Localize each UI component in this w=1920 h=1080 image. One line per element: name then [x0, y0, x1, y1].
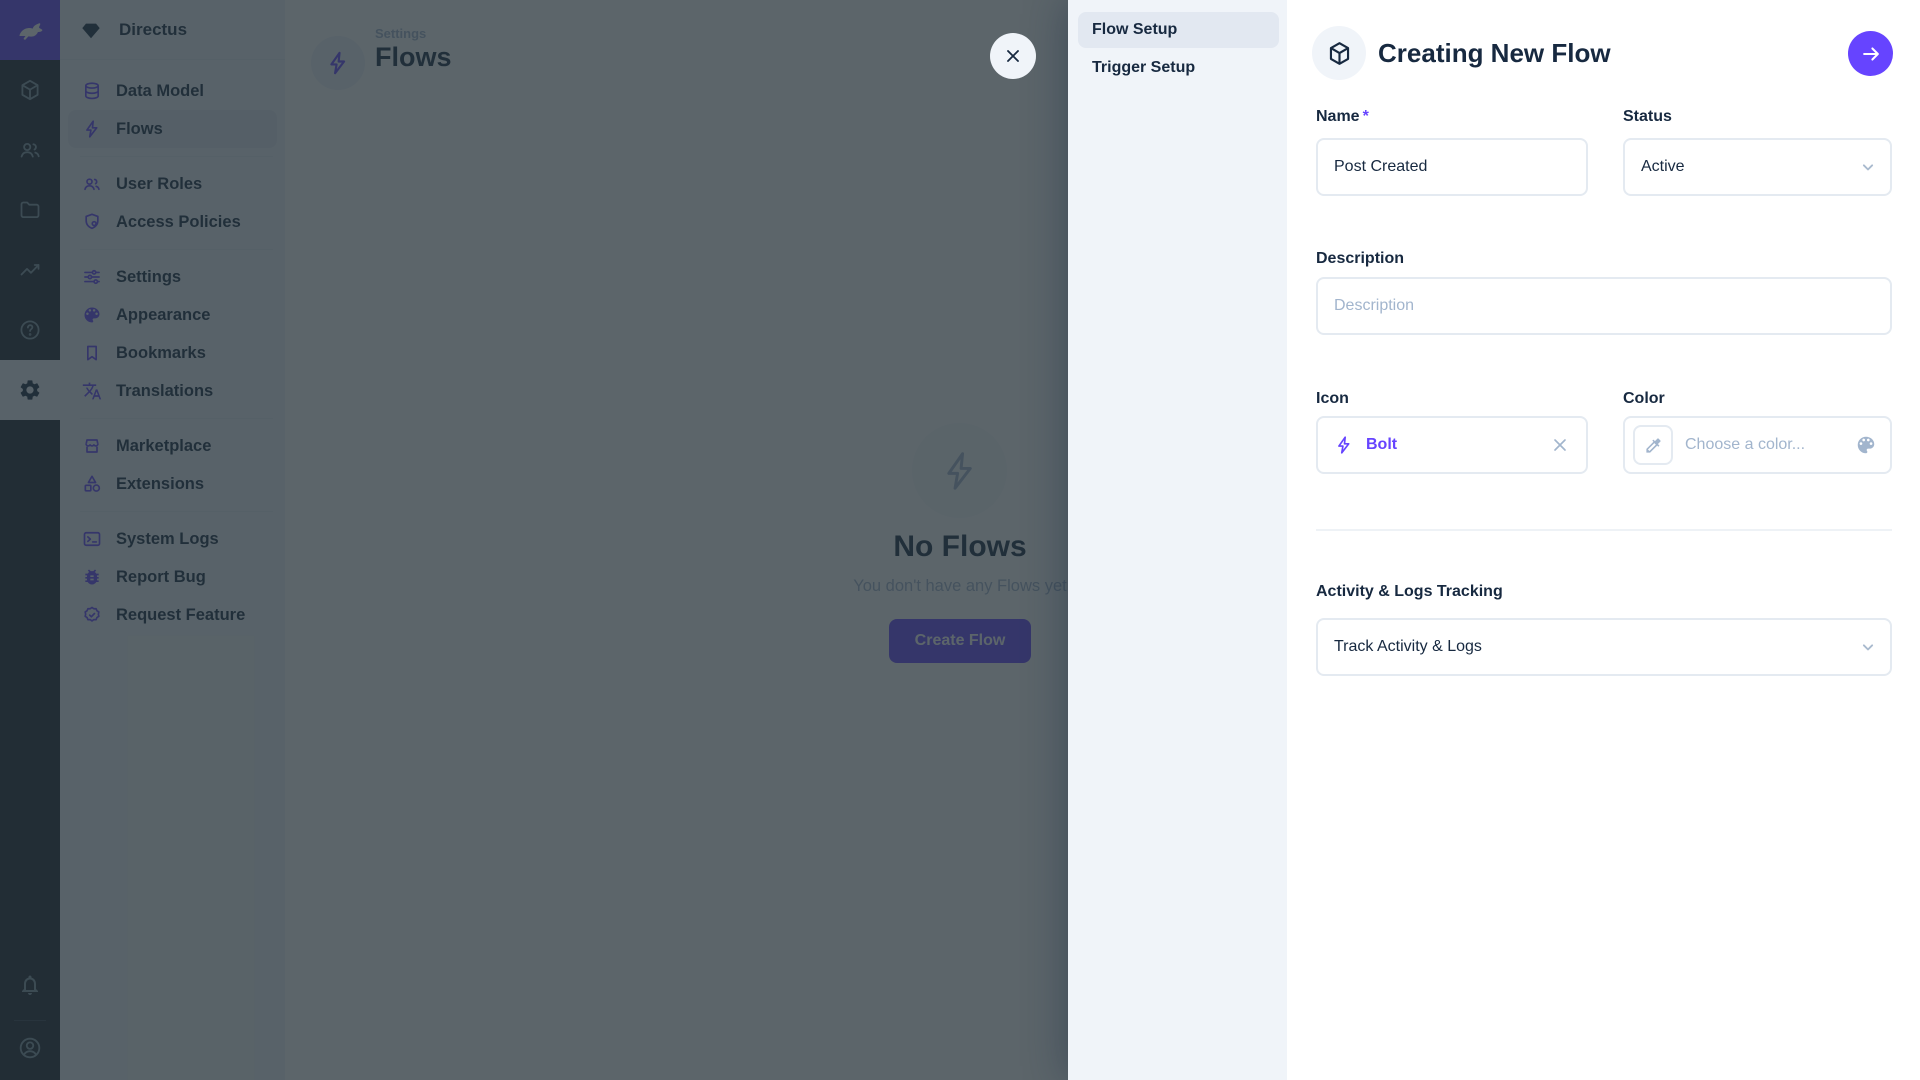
- close-icon: [1003, 46, 1023, 66]
- clear-icon[interactable]: [1550, 435, 1570, 455]
- drawer-title: Creating New Flow: [1378, 38, 1611, 69]
- name-label: Name*: [1316, 108, 1369, 126]
- bolt-icon: [1334, 435, 1354, 455]
- status-select[interactable]: Active: [1623, 138, 1892, 196]
- color-placeholder: Choose a color...: [1685, 436, 1805, 454]
- cube-icon: [1326, 40, 1353, 67]
- color-label: Color: [1623, 390, 1665, 408]
- tracking-label: Activity & Logs Tracking: [1316, 583, 1503, 601]
- tracking-value: Track Activity & Logs: [1334, 638, 1482, 656]
- name-input[interactable]: [1316, 138, 1588, 196]
- drawer-nav-trigger-setup[interactable]: Trigger Setup: [1078, 50, 1279, 86]
- description-input[interactable]: [1316, 277, 1892, 335]
- icon-select[interactable]: Bolt: [1316, 416, 1588, 474]
- color-input[interactable]: Choose a color...: [1623, 416, 1892, 474]
- form-divider: [1316, 529, 1892, 531]
- icon-value: Bolt: [1366, 436, 1550, 454]
- tracking-select[interactable]: Track Activity & Logs: [1316, 618, 1892, 676]
- eyedropper-icon: [1644, 436, 1663, 455]
- status-value: Active: [1641, 158, 1685, 176]
- icon-label: Icon: [1316, 390, 1349, 408]
- drawer-nav: Flow Setup Trigger Setup: [1068, 0, 1287, 1080]
- drawer-next-button[interactable]: [1848, 31, 1893, 76]
- drawer-content: Creating New Flow Name* Status Active De…: [1287, 0, 1920, 1080]
- directus-app: Directus Data Model Flows User Rol: [0, 0, 1920, 1080]
- chevron-down-icon: [1858, 637, 1878, 657]
- status-label: Status: [1623, 108, 1672, 126]
- creating-new-flow-drawer: Flow Setup Trigger Setup Creating New Fl…: [1068, 0, 1920, 1080]
- drawer-nav-flow-setup[interactable]: Flow Setup: [1078, 12, 1279, 48]
- description-label: Description: [1316, 250, 1404, 268]
- arrow-right-icon: [1860, 43, 1882, 65]
- color-swatch-button[interactable]: [1633, 425, 1673, 465]
- drawer-header-icon-circle: [1312, 26, 1366, 80]
- chevron-down-icon: [1858, 157, 1878, 177]
- drawer-close-button[interactable]: [990, 33, 1036, 79]
- required-mark: *: [1363, 108, 1369, 125]
- palette-icon: [1855, 434, 1877, 456]
